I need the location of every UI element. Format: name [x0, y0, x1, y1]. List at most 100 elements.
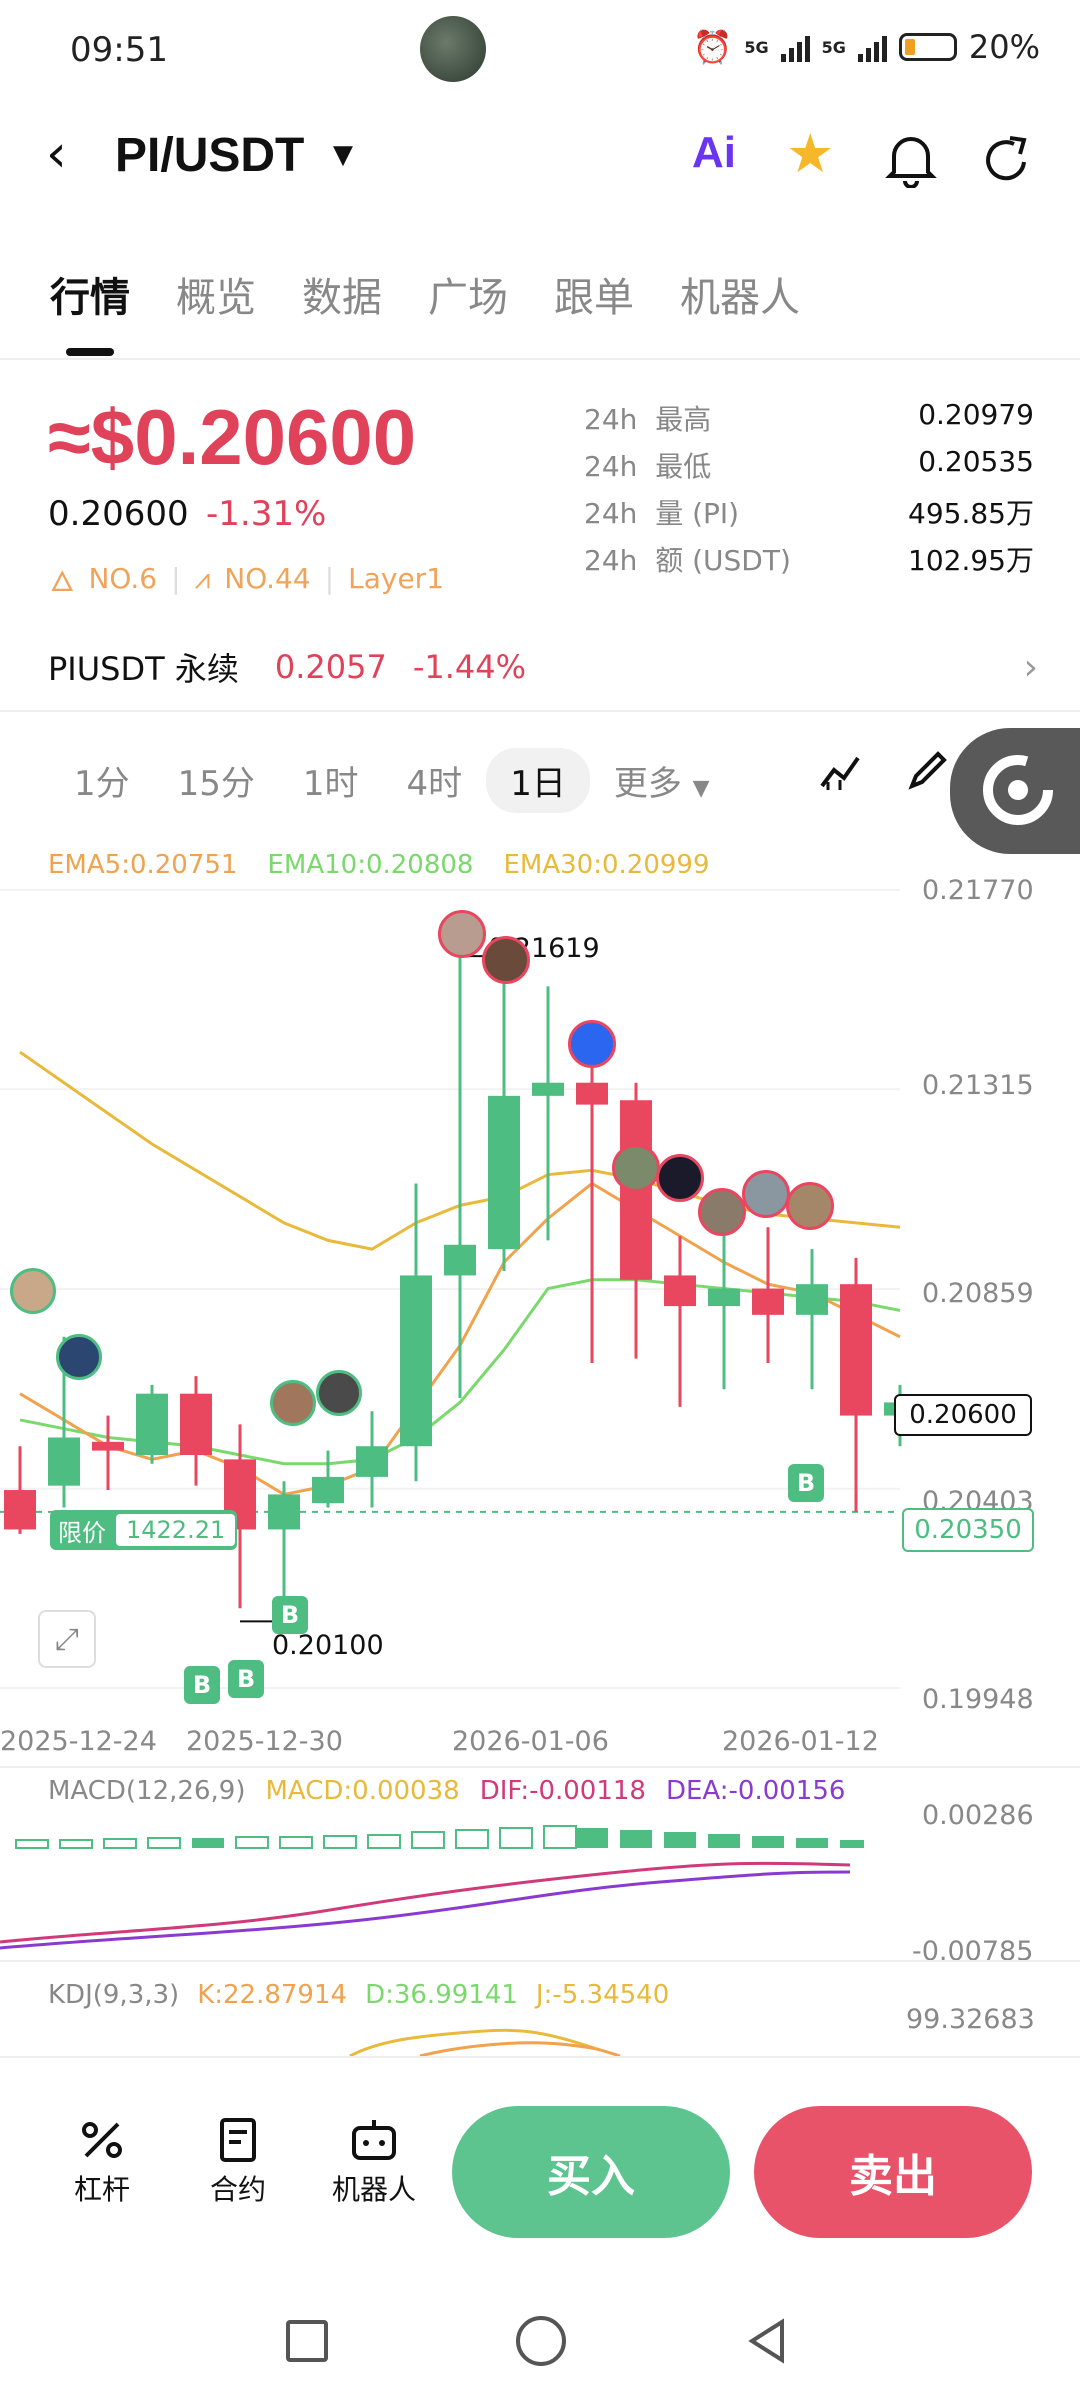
- recent-apps-icon[interactable]: [286, 2320, 328, 2362]
- back-nav-icon[interactable]: [742, 2316, 792, 2366]
- x-tick-label: 2026-01-06: [452, 1726, 609, 1757]
- candle-body: [532, 1082, 564, 1096]
- perp-price: 0.2057: [274, 648, 387, 686]
- expand-icon[interactable]: ⤢: [38, 1610, 96, 1668]
- trader-avatar[interactable]: [316, 1370, 362, 1416]
- stat-value: 102.95万: [908, 544, 1034, 577]
- tab-square[interactable]: 广场: [428, 265, 508, 323]
- robot-button[interactable]: 机器人: [322, 2116, 426, 2208]
- rank-market[interactable]: NO.44: [224, 562, 310, 595]
- candle[interactable]: [796, 1249, 828, 1390]
- macd-chart: [0, 1825, 864, 1950]
- trader-avatar[interactable]: [56, 1334, 102, 1380]
- main-price: ≈$0.20600: [48, 393, 417, 481]
- candle[interactable]: [708, 1214, 740, 1390]
- trader-avatar[interactable]: [270, 1380, 316, 1426]
- stat-period: 24h: [584, 403, 638, 436]
- candle-body: [48, 1437, 80, 1486]
- interval-1h[interactable]: 1时: [279, 748, 383, 813]
- stat-value: 0.20979: [918, 398, 1034, 431]
- last-price: 0.20600: [48, 494, 189, 534]
- candle[interactable]: [356, 1411, 388, 1508]
- candle[interactable]: [312, 1450, 344, 1508]
- status-bar: 09:51 ⏰ 5G 5G 20%: [0, 0, 1080, 100]
- trader-avatar[interactable]: [698, 1188, 746, 1236]
- tab-overview[interactable]: 概览: [176, 265, 256, 323]
- candle-body: [708, 1288, 740, 1307]
- ema-legend: EMA5:0.20751 EMA10:0.20808 EMA30:0.20999: [48, 850, 710, 880]
- pair-dropdown-icon[interactable]: ▼: [333, 140, 353, 170]
- pair-title[interactable]: PI/USDT: [115, 128, 304, 183]
- candle[interactable]: [136, 1384, 168, 1464]
- share-icon[interactable]: [980, 132, 1034, 186]
- price-change: -1.31%: [206, 494, 327, 534]
- indicator-icon[interactable]: [818, 752, 862, 792]
- trader-avatar[interactable]: [482, 936, 530, 984]
- candle[interactable]: [180, 1376, 212, 1486]
- candle[interactable]: [268, 1481, 300, 1600]
- kdj-k: K:22.87914: [197, 1980, 348, 2010]
- y-tick-label: 0.21315: [922, 1070, 1034, 1101]
- divider: [0, 1960, 1080, 1962]
- candle[interactable]: [4, 1446, 36, 1534]
- candle[interactable]: [444, 955, 476, 1399]
- candle[interactable]: [532, 986, 564, 1241]
- limit-order-marker[interactable]: 限价 1422.21: [50, 1510, 238, 1550]
- candle-body: [576, 1082, 608, 1105]
- trader-avatar[interactable]: [438, 910, 486, 958]
- candle[interactable]: [620, 1082, 652, 1359]
- draw-pen-icon[interactable]: [906, 748, 950, 792]
- candle[interactable]: [488, 964, 520, 1272]
- rank-hot[interactable]: NO.6: [88, 562, 157, 595]
- leverage-button[interactable]: 杠杆: [60, 2116, 144, 2208]
- trader-avatar[interactable]: [742, 1170, 790, 1218]
- star-icon[interactable]: ★: [786, 122, 834, 185]
- category-tag[interactable]: Layer1: [348, 562, 444, 595]
- buy-marker[interactable]: B: [788, 1464, 824, 1502]
- stat-label: 量 (PI): [655, 497, 740, 530]
- tab-market[interactable]: 行情: [50, 265, 130, 323]
- trader-avatar[interactable]: [568, 1020, 616, 1068]
- stat-period: 24h: [584, 544, 638, 577]
- candle[interactable]: [752, 1227, 784, 1364]
- network-label-2: 5G: [821, 37, 846, 57]
- tab-copy-trade[interactable]: 跟单: [554, 265, 634, 323]
- candle[interactable]: [92, 1415, 124, 1491]
- kdj-top-label: 99.32683: [906, 2004, 1035, 2035]
- bell-icon[interactable]: [884, 132, 938, 188]
- candle[interactable]: [840, 1257, 872, 1512]
- buy-marker[interactable]: B: [272, 1596, 308, 1634]
- candle-body: [400, 1275, 432, 1447]
- candle-body: [664, 1275, 696, 1307]
- perp-change: -1.44%: [412, 648, 527, 686]
- candlestick-chart[interactable]: [0, 835, 1080, 1715]
- trader-avatar[interactable]: [10, 1268, 56, 1314]
- interval-selector: 1分 15分 1时 4时 1日 更多 ▼: [50, 748, 734, 813]
- interval-1m[interactable]: 1分: [50, 748, 154, 813]
- perpetual-row[interactable]: PIUSDT 永续 0.2057 -1.44% ›: [48, 642, 1038, 692]
- buy-marker[interactable]: B: [184, 1666, 220, 1704]
- contract-button[interactable]: 合约: [196, 2116, 280, 2208]
- back-icon[interactable]: ‹: [46, 124, 67, 184]
- tab-data[interactable]: 数据: [302, 265, 382, 323]
- separator: |: [324, 562, 335, 595]
- interval-more[interactable]: 更多 ▼: [590, 748, 734, 813]
- trader-avatar[interactable]: [656, 1154, 704, 1202]
- interval-4h[interactable]: 4时: [383, 748, 487, 813]
- ai-icon[interactable]: Ai: [692, 128, 736, 178]
- candle-body: [796, 1284, 828, 1315]
- divider: [0, 1766, 1080, 1768]
- interval-15m[interactable]: 15分: [154, 748, 279, 813]
- home-icon[interactable]: [516, 2316, 566, 2366]
- trader-avatar[interactable]: [612, 1144, 660, 1192]
- tab-robot[interactable]: 机器人: [680, 265, 800, 323]
- stat-row: 24h 最低 0.20535: [584, 445, 1034, 492]
- interval-1d[interactable]: 1日: [486, 748, 590, 813]
- buy-button[interactable]: 买入: [452, 2106, 730, 2238]
- sell-button[interactable]: 卖出: [754, 2106, 1032, 2238]
- robot-icon: [352, 2120, 396, 2160]
- candle[interactable]: [664, 1236, 696, 1407]
- trader-avatar[interactable]: [786, 1182, 834, 1230]
- buy-marker[interactable]: B: [228, 1660, 264, 1698]
- candle[interactable]: [576, 1052, 608, 1364]
